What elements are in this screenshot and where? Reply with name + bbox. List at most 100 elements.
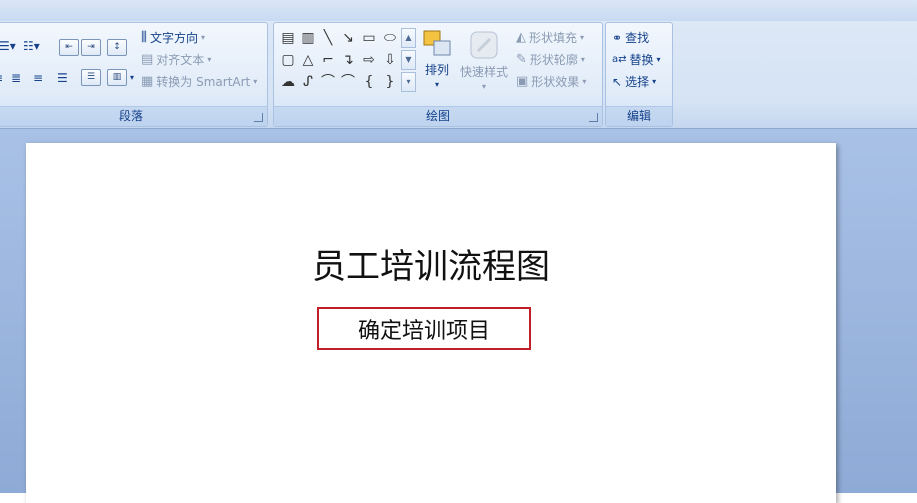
paint-bucket-icon: ◭ [516,30,526,45]
align-text-icon: ▤ [141,52,154,67]
chevron-down-icon: ▾ [580,33,585,42]
text-direction-label: 文字方向 [149,31,198,45]
drawing-group-label: 绘图 [274,106,602,126]
align-center-icon: ≣ [11,71,22,85]
distribute-button[interactable]: ☰ [81,69,101,86]
shape-effects-label: 形状效果 [531,75,580,89]
numbering-button[interactable]: ☷▾ [23,39,40,53]
quick-styles-label: 快速样式 [460,65,509,79]
chevron-down-icon: ▾ [580,55,585,64]
shape-outline-label: 形状轮廓 [529,53,578,67]
paragraph-group: ☰▾ ☷▾ ⇤ ⇥ ↕ ⫼ 文字方向 ▾ ▤ 对齐文本 ▾ ≡ ≣ [0,22,268,127]
arrow-line-shape-icon[interactable]: ↘ [339,29,357,47]
select-label: 选择 [625,75,650,89]
select-button[interactable]: ↖ 选择 ▾ [612,73,656,90]
arc-shape-icon[interactable]: ⌒ [339,73,357,91]
decrease-indent-button[interactable]: ⇤ [59,39,79,56]
effects-icon: ▣ [516,74,529,89]
paragraph-dialog-launcher-icon[interactable] [254,113,263,122]
oval-shape-icon[interactable]: ⬭ [381,29,399,47]
rounded-rectangle-shape-icon[interactable]: ▢ [279,51,297,69]
slide-canvas[interactable]: 员工培训流程图 确定培训项目 [26,143,836,503]
vertical-textbox-shape-icon[interactable]: ▥ [299,29,317,47]
down-arrow-shape-icon[interactable]: ⇩ [381,51,399,69]
chevron-down-icon: ▾ [652,77,657,86]
pen-icon: ✎ [516,52,527,67]
convert-smartart-button[interactable]: ▦ 转换为 SmartArt ▾ [141,73,257,90]
slide-title[interactable]: 员工培训流程图 [26,239,836,288]
left-brace-shape-icon[interactable]: { [360,73,378,91]
chevron-down-icon: ▾ [482,82,487,91]
drawing-group: ▤ ▥ ╲ ↘ ▭ ⬭ ▢ △ ⌐ ↴ ⇨ ⇩ ☁ ᔑ ⌒ ⌒ { } ▲ ▼ … [273,22,603,127]
quick-styles-icon [470,31,498,59]
shape-fill-label: 形状填充 [529,31,578,45]
ribbon: ☰▾ ☷▾ ⇤ ⇥ ↕ ⫼ 文字方向 ▾ ▤ 对齐文本 ▾ ≡ ≣ [0,0,917,129]
line-spacing-icon: ↕ [107,39,127,56]
right-arrow-shape-icon[interactable]: ⇨ [360,51,378,69]
rectangle-shape-icon[interactable]: ▭ [360,29,378,47]
editing-group: ⚭ 查找 a⇄ 替换 ▾ ↖ 选择 ▾ 编辑 [605,22,673,127]
align-text-button[interactable]: ▤ 对齐文本 ▾ [141,51,211,68]
textbox-shape-icon[interactable]: ▤ [279,29,297,47]
shape-effects-button[interactable]: ▣ 形状效果 ▾ [516,73,586,90]
text-direction-button[interactable]: ⫼ 文字方向 ▾ [141,29,205,46]
columns-icon: ▥ [107,69,127,86]
chevron-down-icon: ▾ [656,55,661,64]
align-center-button[interactable]: ≣ [11,71,21,85]
chevron-down-icon: ▾ [434,80,439,89]
find-label: 查找 [625,31,650,45]
align-right-icon: ≡ [33,71,44,85]
replace-label: 替换 [629,53,654,67]
replace-icon: a⇄ [612,54,627,65]
triangle-shape-icon[interactable]: △ [299,51,317,69]
shape-fill-button[interactable]: ◭ 形状填充 ▾ [516,29,584,46]
text-direction-icon: ⫼ [141,30,147,45]
paragraph-group-label: 段落 [0,106,267,126]
ribbon-tab-strip [0,0,917,21]
decrease-indent-icon: ⇤ [59,39,79,56]
shapes-scroll-down-button[interactable]: ▼ [401,50,416,70]
arrange-icon [423,30,451,56]
columns-button[interactable]: ▥ ▾ [107,69,134,86]
shapes-more-button[interactable]: ▾ [401,72,416,92]
distribute-icon: ☰ [81,69,101,86]
line-spacing-button[interactable]: ↕ [107,39,127,56]
increase-indent-icon: ⇥ [81,39,101,56]
justify-icon: ☰ [57,71,68,85]
chevron-down-icon: ▾ [207,55,212,64]
chevron-down-icon: ▾ [130,73,135,82]
flowchart-box[interactable]: 确定培训项目 [317,307,531,350]
justify-button[interactable]: ☰ [57,71,68,85]
numbering-icon: ☷▾ [23,39,40,53]
bullets-button[interactable]: ☰▾ [0,39,16,53]
chevron-down-icon: ▾ [582,77,587,86]
editing-group-label: 编辑 [606,106,672,126]
drawing-dialog-launcher-icon[interactable] [589,113,598,122]
arrange-button[interactable]: 排列 ▾ [422,29,452,89]
shapes-scroll-up-button[interactable]: ▲ [401,28,416,48]
quick-styles-button[interactable]: 快速样式 ▾ [460,29,508,91]
elbow-connector-shape-icon[interactable]: ⌐ [319,51,337,69]
shape-outline-button[interactable]: ✎ 形状轮廓 ▾ [516,51,585,68]
bullets-icon: ☰▾ [0,39,16,53]
curve-shape-icon[interactable]: ⌒ [319,73,337,91]
increase-indent-button[interactable]: ⇥ [81,39,101,56]
cursor-icon: ↖ [612,74,623,89]
chevron-down-icon: ▾ [253,77,258,86]
right-brace-shape-icon[interactable]: } [381,73,399,91]
line-shape-icon[interactable]: ╲ [319,29,337,47]
smartart-icon: ▦ [141,74,154,89]
align-left-button[interactable]: ≡ [0,71,3,85]
freeform-shape-icon[interactable]: ᔑ [299,73,317,91]
align-left-icon: ≡ [0,71,3,85]
flowchart-box-text: 确定培训项目 [357,318,490,344]
binoculars-icon: ⚭ [612,30,623,45]
align-text-label: 对齐文本 [156,53,205,67]
replace-button[interactable]: a⇄ 替换 ▾ [612,51,661,68]
find-button[interactable]: ⚭ 查找 [612,29,649,46]
cloud-shape-icon[interactable]: ☁ [279,73,297,91]
elbow-arrow-shape-icon[interactable]: ↴ [339,51,357,69]
chevron-down-icon: ▾ [201,33,206,42]
align-right-button[interactable]: ≡ [33,71,43,85]
arrange-label: 排列 [424,63,449,77]
